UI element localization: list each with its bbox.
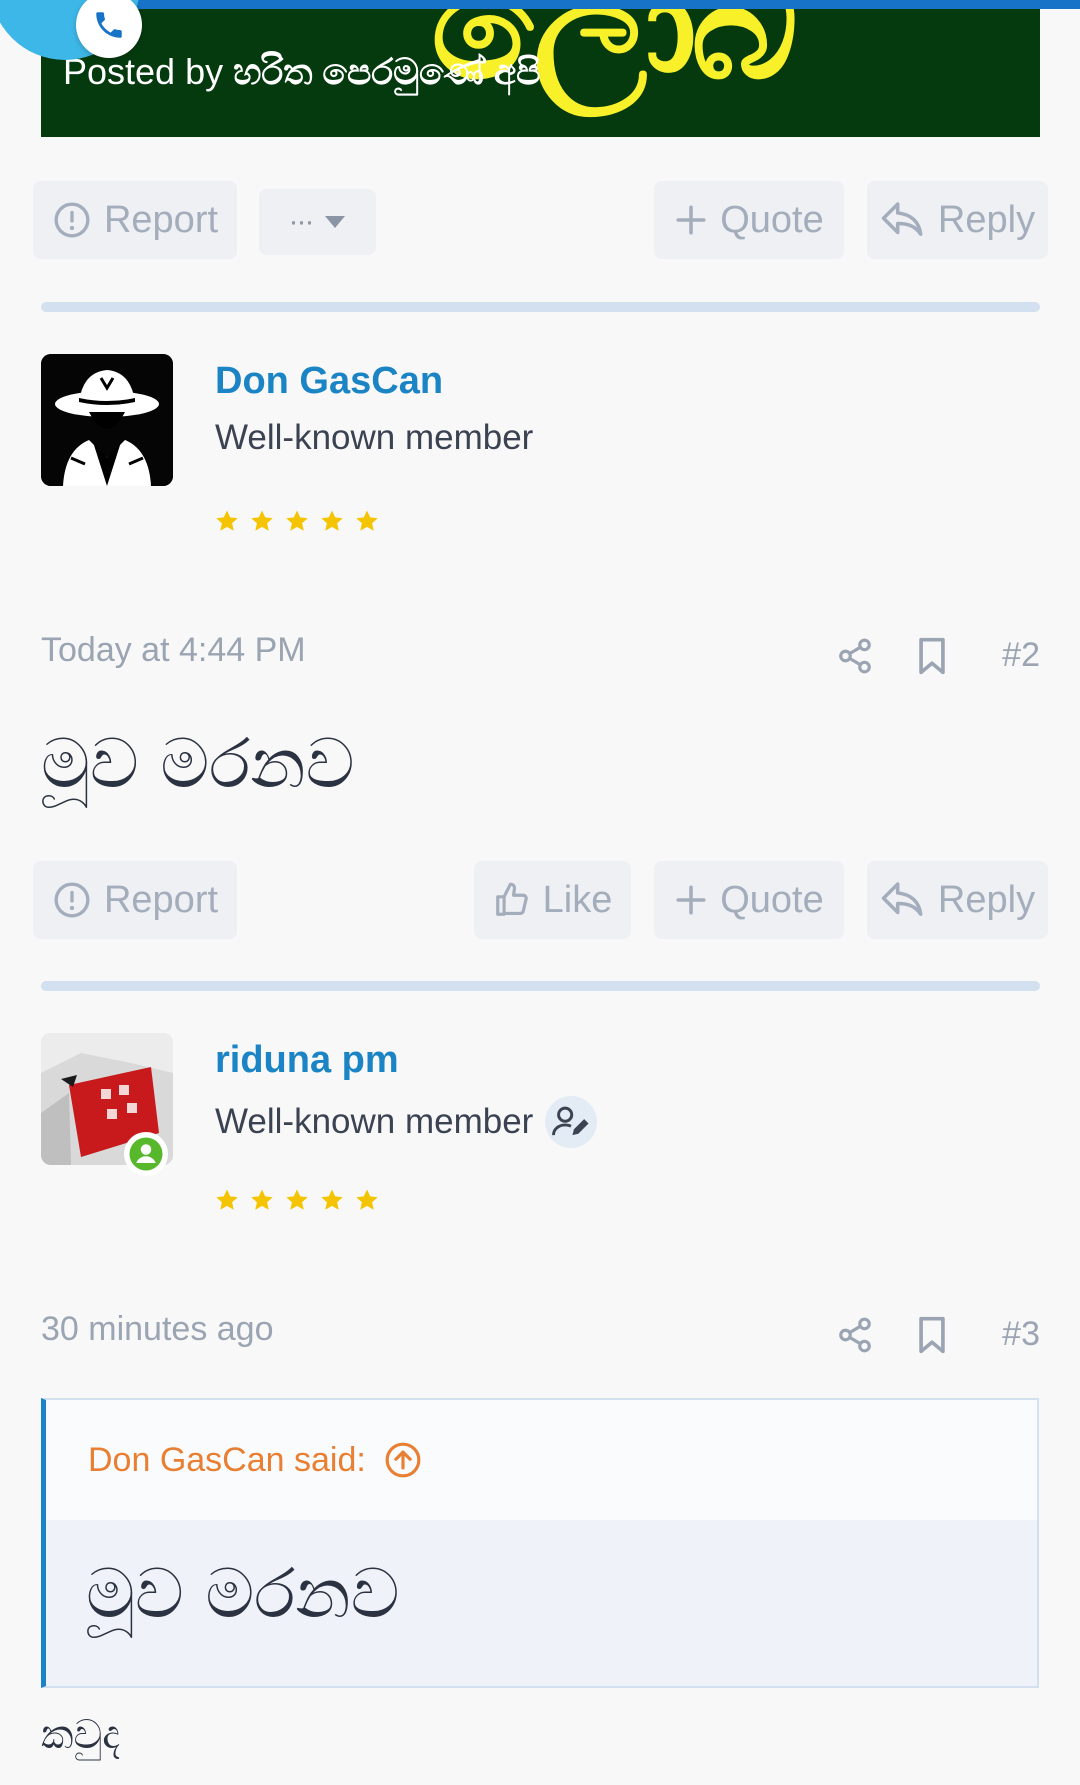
- user-title-text: Well-known member: [215, 1102, 534, 1141]
- report-button[interactable]: Report: [33, 861, 237, 939]
- user-online-icon: [129, 1137, 163, 1171]
- top-accent-bar: [0, 0, 1080, 9]
- quote-label: Quote: [720, 198, 824, 241]
- user-title: Well-known member: [215, 1096, 598, 1148]
- reply-button[interactable]: Reply: [867, 861, 1048, 939]
- star-icon: [356, 1189, 378, 1210]
- post-timestamp[interactable]: Today at 4:44 PM: [41, 631, 306, 670]
- quote-author: Don GasCan said:: [88, 1440, 366, 1479]
- star-icon: [216, 510, 238, 531]
- reply-icon: [881, 882, 923, 916]
- like-button[interactable]: Like: [474, 861, 631, 939]
- reply-icon: [881, 202, 923, 236]
- posted-by-author: හරිත පෙරමුණේ අපි: [233, 51, 541, 92]
- post-timestamp[interactable]: 30 minutes ago: [41, 1310, 274, 1349]
- share-icon[interactable]: [836, 1315, 874, 1355]
- bookmark-icon[interactable]: [916, 1315, 948, 1355]
- star-icon: [251, 1189, 273, 1210]
- quote-label: Quote: [720, 878, 824, 921]
- staff-badge: [545, 1096, 598, 1148]
- chevron-down-icon: [325, 216, 346, 228]
- report-label: Report: [103, 198, 219, 241]
- quote-button[interactable]: Quote: [654, 181, 844, 259]
- user-edit-icon: [552, 1106, 589, 1136]
- like-label: Like: [542, 878, 613, 921]
- star-icon: [321, 510, 343, 531]
- post-divider: [41, 302, 1040, 312]
- phone-icon: [96, 12, 122, 38]
- avatar-fedora-man-image: [41, 354, 173, 486]
- avatar[interactable]: [41, 354, 173, 486]
- thumbs-up-icon: [495, 882, 528, 916]
- star-icon: [251, 510, 273, 531]
- share-icon[interactable]: [836, 636, 874, 676]
- post-message: මූව මරනව: [41, 725, 355, 804]
- online-status-badge: [124, 1132, 168, 1176]
- post-number[interactable]: #2: [1002, 636, 1040, 675]
- user-title-text: Well-known member: [215, 418, 534, 457]
- star-icon: [356, 510, 378, 531]
- star-icon: [216, 1189, 238, 1210]
- more-options-button[interactable]: ···: [259, 189, 376, 255]
- quote-button[interactable]: Quote: [654, 861, 844, 939]
- report-label: Report: [103, 878, 219, 921]
- post-message: කවුද: [41, 1712, 120, 1758]
- report-button[interactable]: Report: [33, 181, 237, 259]
- post-number[interactable]: #3: [1002, 1315, 1040, 1354]
- alert-circle-icon: [54, 202, 90, 238]
- plus-icon: [676, 205, 706, 235]
- reply-label: Reply: [937, 198, 1036, 241]
- username[interactable]: Don GasCan: [215, 360, 443, 403]
- alert-circle-icon: [54, 882, 90, 918]
- username[interactable]: riduna pm: [215, 1039, 399, 1082]
- reply-button[interactable]: Reply: [867, 181, 1048, 259]
- star-icon: [286, 1189, 308, 1210]
- quote-body: මූව මරනව: [46, 1520, 1037, 1686]
- posted-by-caption: Posted by හරිත පෙරමුණේ අපි: [63, 51, 540, 94]
- post-divider: [41, 981, 1040, 991]
- bookmark-icon[interactable]: [916, 636, 948, 676]
- user-title: Well-known member: [215, 418, 533, 458]
- user-rating-stars: [215, 509, 379, 533]
- posted-by-label: Posted by: [63, 51, 224, 92]
- star-icon: [321, 1189, 343, 1210]
- post-banner-image: ලොබ Posted by හරිත පෙරමුණේ අපි: [41, 9, 1040, 137]
- more-dots: ···: [288, 205, 315, 238]
- plus-icon: [676, 885, 706, 915]
- quote-header[interactable]: Don GasCan said:: [46, 1400, 1037, 1520]
- arrow-up-circle-icon[interactable]: [384, 1441, 422, 1479]
- reply-label: Reply: [937, 878, 1036, 921]
- quote-text: මූව මරනව: [86, 1555, 400, 1634]
- user-rating-stars: [215, 1188, 379, 1212]
- quote-block: Don GasCan said: මූව මරනව: [41, 1398, 1039, 1688]
- star-icon: [286, 510, 308, 531]
